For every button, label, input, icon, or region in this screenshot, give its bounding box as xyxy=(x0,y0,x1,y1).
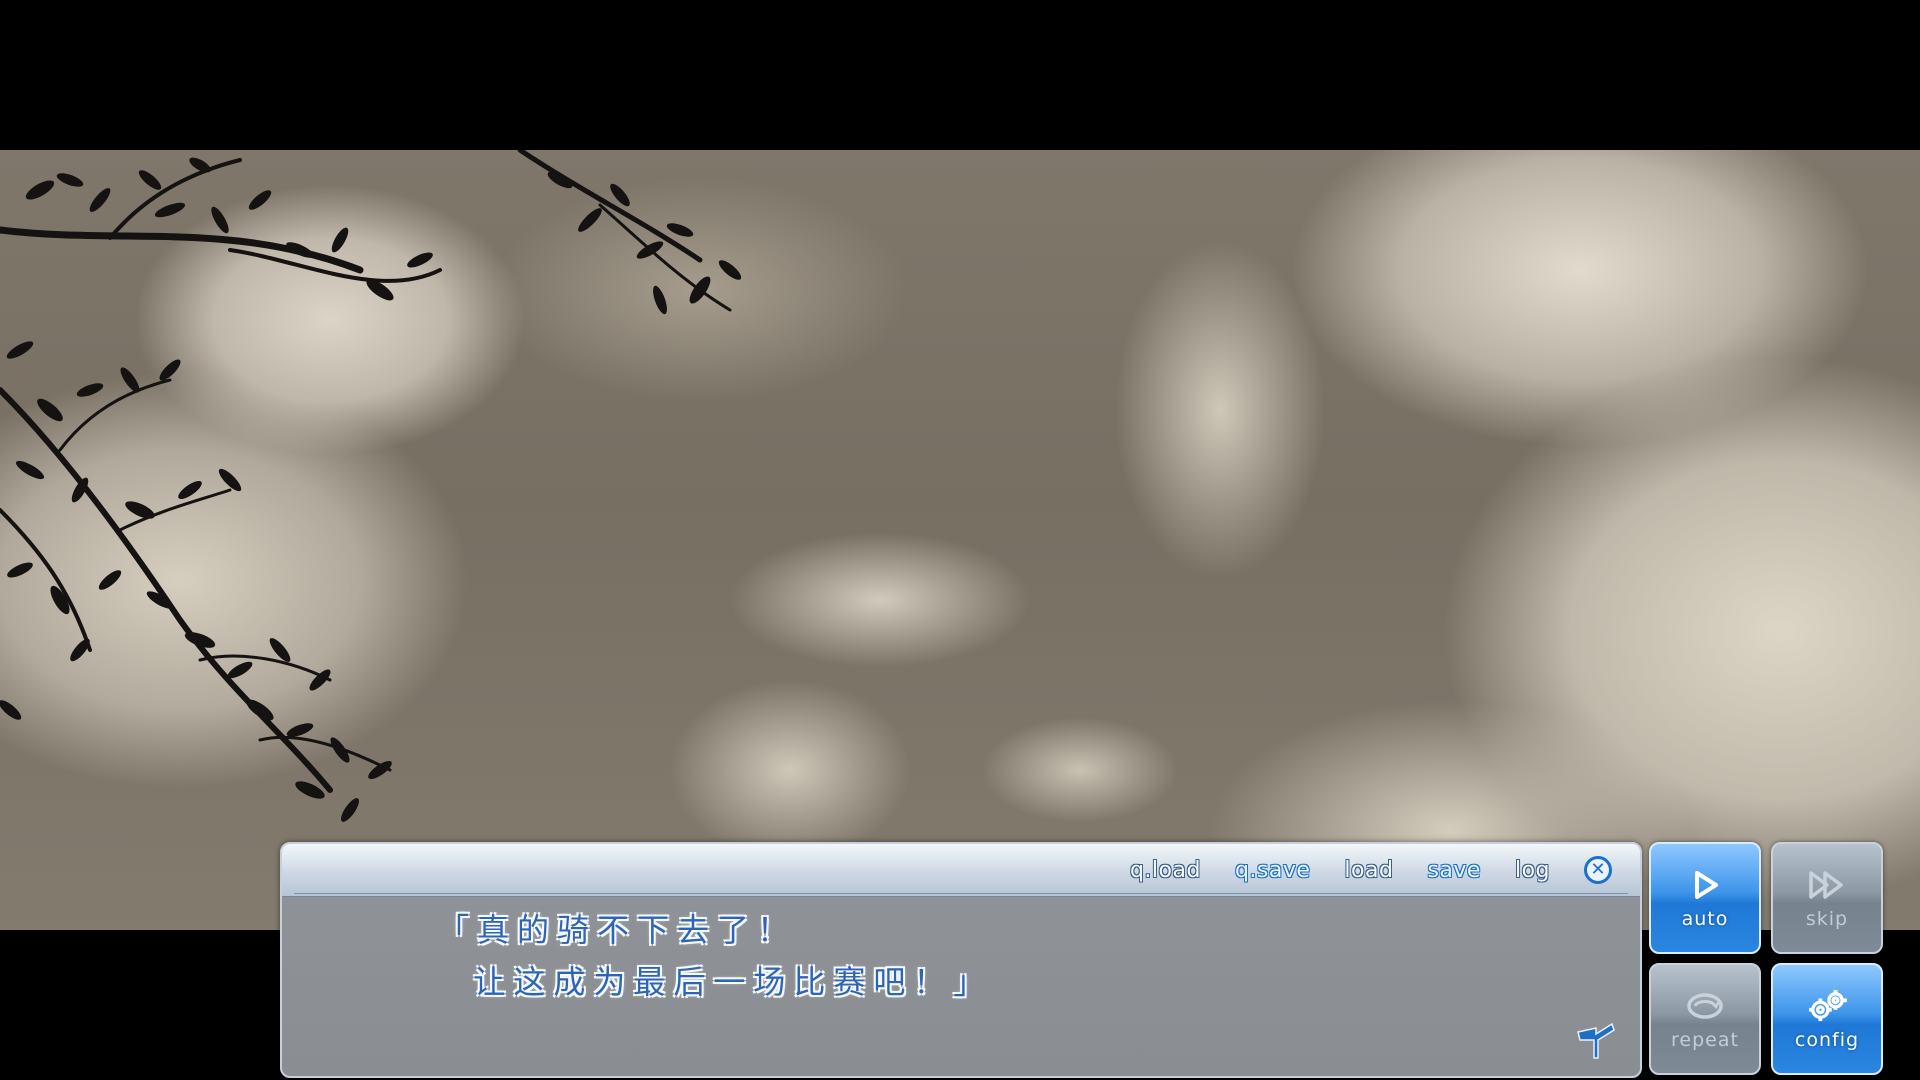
sky-background[interactable] xyxy=(0,150,1920,930)
load-button[interactable]: load xyxy=(1344,858,1393,883)
skip-button[interactable]: skip xyxy=(1771,842,1883,954)
auto-button[interactable]: auto xyxy=(1649,842,1761,954)
auto-button-label: auto xyxy=(1681,908,1729,930)
dialogue-box[interactable]: q.load q.save load save log ✕ 「真的骑不下去了！ … xyxy=(280,842,1642,1078)
dialogue-menu-bar: q.load q.save load save log ✕ xyxy=(282,844,1640,897)
tree-branch-silhouette xyxy=(0,150,742,822)
repeat-icon xyxy=(1687,993,1723,1019)
page-advance-icon xyxy=(1577,1022,1615,1059)
quick-save-button[interactable]: q.save xyxy=(1235,858,1310,883)
quick-menu: q.load q.save load save log ✕ xyxy=(1130,854,1612,886)
log-button[interactable]: log xyxy=(1515,858,1550,883)
play-icon xyxy=(1695,871,1718,899)
game-screen: q.load q.save load save log ✕ 「真的骑不下去了！ … xyxy=(0,0,1920,1080)
config-button-label: config xyxy=(1794,1029,1860,1051)
repeat-button[interactable]: repeat xyxy=(1649,963,1761,1075)
dialogue-text: 「真的骑不下去了！ 让这成为最后一场比赛吧！」 xyxy=(437,911,994,1001)
gear-icon xyxy=(1809,989,1847,1022)
config-button[interactable]: config xyxy=(1771,963,1883,1075)
save-button[interactable]: save xyxy=(1427,858,1481,883)
fast-forward-icon xyxy=(1809,871,1843,899)
quick-load-button[interactable]: q.load xyxy=(1130,858,1201,883)
skip-button-label: skip xyxy=(1805,908,1849,930)
close-icon[interactable]: ✕ xyxy=(1584,856,1612,884)
repeat-button-label: repeat xyxy=(1671,1029,1739,1051)
